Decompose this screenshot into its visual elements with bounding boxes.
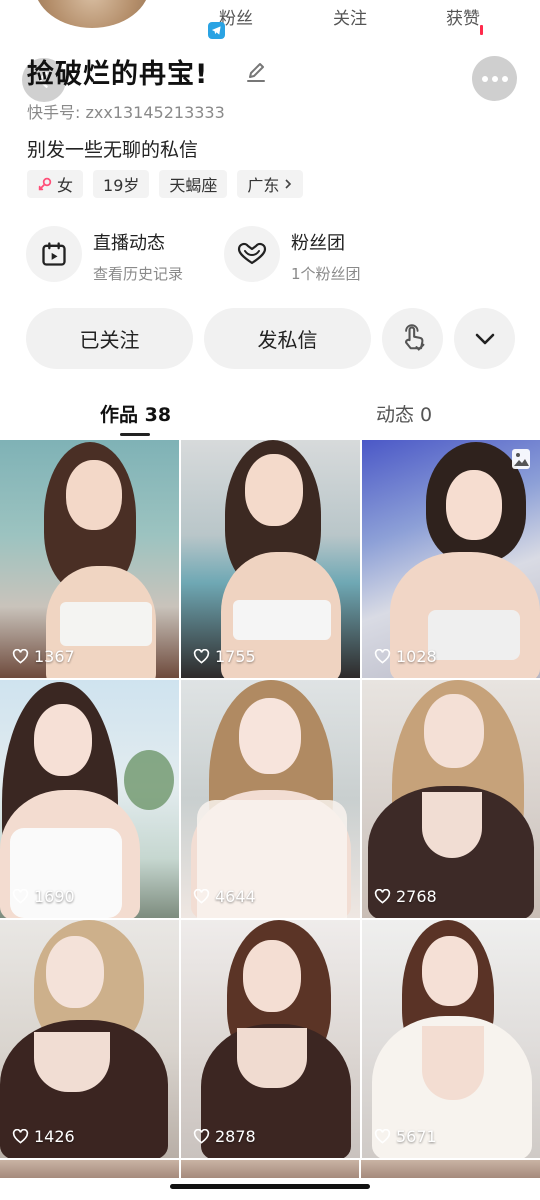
- video-thumbnail[interactable]: 1426: [0, 920, 179, 1158]
- image-post-icon: [512, 449, 530, 469]
- following-stat-label[interactable]: 关注: [333, 4, 367, 29]
- send-message-button[interactable]: 发私信: [204, 308, 371, 369]
- zodiac-text: 天蝎座: [169, 176, 218, 195]
- poke-button[interactable]: [382, 308, 443, 369]
- fan-club-entry[interactable]: 粉丝团 1个粉丝团: [224, 226, 361, 284]
- chevron-right-icon: [285, 179, 292, 189]
- heart-icon: [374, 649, 391, 664]
- video-thumbnail[interactable]: 1367: [0, 440, 179, 678]
- active-tab-indicator: [120, 433, 150, 436]
- edit-icon[interactable]: [244, 61, 268, 85]
- chevron-down-icon: [475, 333, 494, 344]
- next-row-preview: [0, 1160, 540, 1200]
- like-count: 4644: [193, 887, 256, 906]
- gender-text: 女: [57, 176, 74, 195]
- like-count: 1755: [193, 647, 256, 666]
- video-thumbnail[interactable]: 1028: [362, 440, 540, 678]
- like-count: 2768: [374, 887, 437, 906]
- telegram-icon: [208, 22, 225, 39]
- video-thumbnail[interactable]: 1690: [0, 680, 179, 918]
- like-count: 1028: [374, 647, 437, 666]
- like-count: 5671: [374, 1127, 437, 1146]
- video-thumbnail[interactable]: 1755: [181, 440, 360, 678]
- kuaishou-id[interactable]: 快手号: zxx13145213333: [27, 99, 225, 123]
- live-history-subtitle: 查看历史记录: [93, 265, 184, 283]
- video-thumbnail[interactable]: 4644: [181, 680, 360, 918]
- like-count-text: 1426: [34, 1127, 75, 1146]
- like-count-text: 2768: [396, 887, 437, 906]
- notification-mark: [480, 25, 483, 35]
- like-count: 1690: [12, 887, 75, 906]
- video-thumbnail[interactable]: 2878: [181, 920, 360, 1158]
- female-icon: [38, 177, 52, 191]
- heart-icon: [12, 1129, 29, 1144]
- tab-works[interactable]: 作品 38: [100, 400, 171, 427]
- like-count: 2878: [193, 1127, 256, 1146]
- like-count-text: 1755: [215, 647, 256, 666]
- likes-stat-label[interactable]: 获赞: [446, 4, 480, 29]
- heart-icon: [374, 1129, 391, 1144]
- video-thumbnail[interactable]: 2768: [362, 680, 540, 918]
- like-count-text: 4644: [215, 887, 256, 906]
- zodiac-tag: 天蝎座: [159, 170, 228, 198]
- like-count-text: 5671: [396, 1127, 437, 1146]
- tap-hand-icon: [404, 323, 424, 351]
- heart-icon: [12, 889, 29, 904]
- heart-badge-icon: [224, 226, 280, 282]
- fan-club-subtitle: 1个粉丝团: [291, 265, 361, 283]
- tab-moments[interactable]: 动态 0: [376, 400, 432, 427]
- works-grid: 1367 1755 1028 1690 4644 2768 1426 2878 …: [0, 440, 540, 1158]
- video-thumbnail[interactable]: 5671: [362, 920, 540, 1158]
- age-tag: 19岁: [93, 170, 150, 198]
- heart-icon: [193, 889, 210, 904]
- heart-icon: [12, 649, 29, 664]
- region-tag[interactable]: 广东: [237, 170, 304, 198]
- heart-icon: [374, 889, 391, 904]
- profile-page: 粉丝 关注 获赞 捡破烂的冉宝! 快手号: zxx13145213333 别发一…: [0, 0, 540, 1200]
- expand-button[interactable]: [454, 308, 515, 369]
- live-history-entry[interactable]: 直播动态 查看历史记录: [26, 226, 183, 284]
- like-count: 1426: [12, 1127, 75, 1146]
- profile-tags: 女 19岁 天蝎座 广东: [27, 170, 304, 198]
- profile-name: 捡破烂的冉宝!: [27, 59, 209, 90]
- like-count-text: 1367: [34, 647, 75, 666]
- live-history-title: 直播动态: [93, 233, 165, 254]
- more-options-button[interactable]: [472, 56, 517, 101]
- like-count-text: 2878: [215, 1127, 256, 1146]
- home-indicator[interactable]: [170, 1184, 370, 1189]
- gender-tag: 女: [27, 170, 84, 198]
- calendar-play-icon: [26, 226, 82, 282]
- heart-icon: [193, 649, 210, 664]
- like-count-text: 1690: [34, 887, 75, 906]
- region-text: 广东: [247, 176, 280, 195]
- profile-bio: 别发一些无聊的私信: [27, 139, 199, 161]
- age-text: 19岁: [103, 176, 140, 195]
- fan-club-title: 粉丝团: [291, 233, 345, 254]
- like-count-text: 1028: [396, 647, 437, 666]
- followed-button[interactable]: 已关注: [26, 308, 193, 369]
- avatar[interactable]: [34, 0, 150, 28]
- like-count: 1367: [12, 647, 75, 666]
- heart-icon: [193, 1129, 210, 1144]
